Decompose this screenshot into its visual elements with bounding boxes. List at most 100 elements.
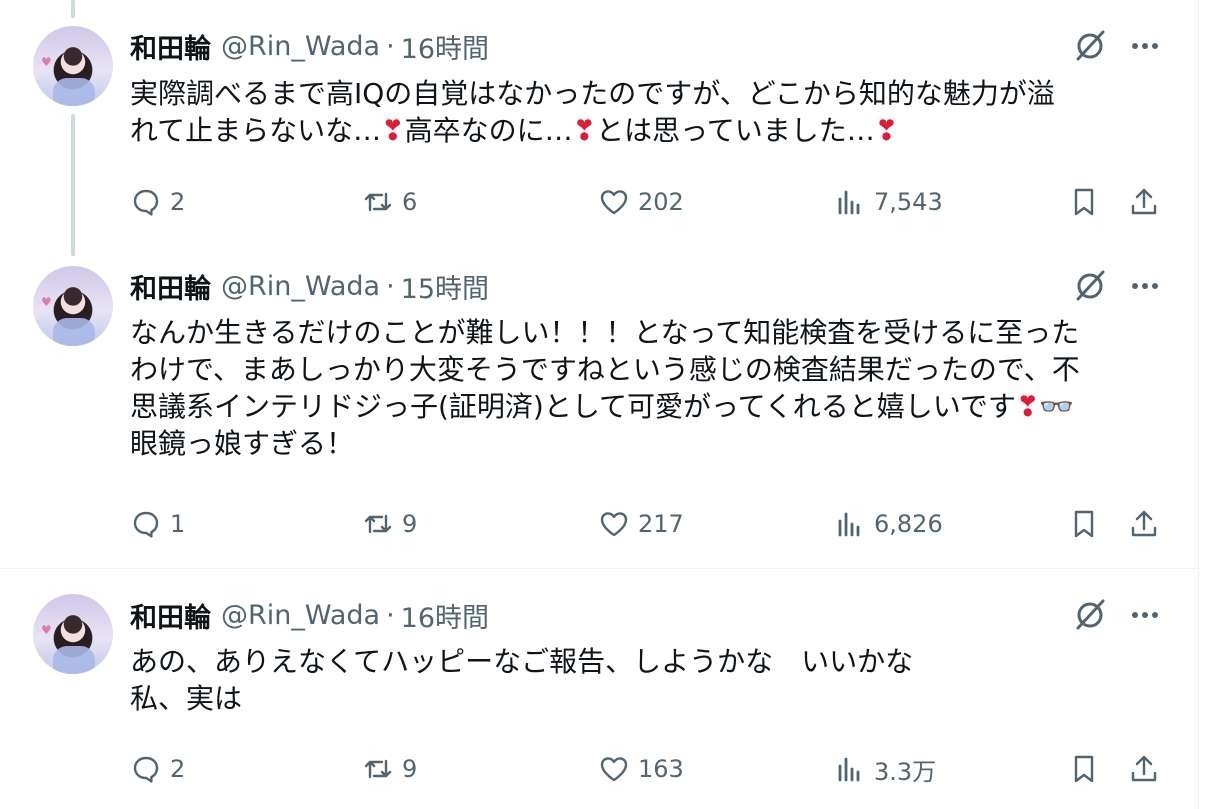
view-count: 3.3万 — [874, 757, 937, 786]
retweet-icon — [364, 514, 392, 534]
tweet-text-line: あの、ありえなくてハッピーなご報告、しようかな いいかな — [130, 645, 914, 678]
tweet[interactable]: ♥ 和田輪 @Rin_Wada · 16時間 実際調べるまで高IQの自覚はなかっ… — [0, 0, 1198, 250]
reply-button[interactable]: 2 — [130, 182, 185, 222]
avatar[interactable]: ♥ — [33, 26, 113, 106]
timestamp[interactable]: 15時間 — [401, 267, 489, 306]
share-button[interactable] — [1128, 749, 1160, 789]
user-handle[interactable]: @Rin_Wada — [221, 600, 380, 631]
user-handle[interactable]: @Rin_Wada — [221, 271, 380, 302]
view-count: 6,826 — [874, 510, 943, 538]
retweet-count: 9 — [402, 510, 418, 538]
avatar[interactable]: ♥ — [33, 594, 113, 674]
like-button[interactable]: 202 — [598, 182, 684, 222]
display-name[interactable]: 和田輪 — [130, 27, 211, 66]
grok-icon[interactable] — [1072, 597, 1108, 633]
tweet-text-line: とは思っていました… — [596, 114, 875, 147]
view-count: 7,543 — [874, 188, 943, 216]
retweet-count: 6 — [402, 188, 418, 216]
tweet-text: なんか生きるだけのことが難しい！！！となって知能検査を受けるに至った わけで、ま… — [130, 314, 1170, 462]
like-count: 202 — [638, 188, 684, 216]
tweet-text-line: 眼鏡っ娘すぎる！ — [130, 427, 355, 460]
tweet-text-line: 私、実は — [130, 682, 243, 715]
bookmark-button[interactable] — [1068, 504, 1100, 544]
heart-exclamation-emoji: ❣ — [1015, 390, 1040, 423]
tweet-header: 和田輪 @Rin_Wada · 15時間 — [130, 267, 489, 306]
avatar-figure — [53, 646, 95, 674]
like-button[interactable]: 163 — [598, 749, 684, 789]
retweet-icon — [364, 192, 392, 212]
more-icon[interactable] — [1127, 28, 1163, 64]
heart-decoration-icon: ♥ — [41, 55, 52, 69]
reply-count: 1 — [170, 510, 186, 538]
bookmark-icon — [1074, 188, 1094, 216]
share-button[interactable] — [1128, 182, 1160, 222]
retweet-icon — [364, 759, 392, 779]
action-bar: 1 9 217 6,826 — [130, 504, 1170, 544]
reply-icon — [133, 189, 159, 216]
avatar-figure — [53, 318, 95, 346]
share-button[interactable] — [1128, 504, 1160, 544]
grok-icon[interactable] — [1072, 28, 1108, 64]
user-handle[interactable]: @Rin_Wada — [221, 31, 380, 62]
views-icon — [838, 512, 860, 537]
like-count: 217 — [638, 510, 684, 538]
retweet-button[interactable]: 9 — [362, 749, 417, 789]
heart-exclamation-emoji: ❣ — [381, 114, 405, 147]
views-button[interactable]: 3.3万 — [834, 749, 936, 789]
tweet-text-line: わけで、まあしっかり大変そうですねという感じの検査結果だったので、不 — [130, 353, 1080, 386]
display-name[interactable]: 和田輪 — [130, 596, 211, 635]
views-button[interactable]: 6,826 — [834, 504, 943, 544]
like-icon — [600, 190, 628, 215]
avatar-figure — [53, 78, 95, 106]
like-count: 163 — [638, 755, 684, 783]
views-icon — [838, 190, 860, 215]
share-icon — [1131, 188, 1157, 215]
like-icon — [600, 757, 628, 782]
separator-dot: · — [386, 30, 395, 62]
reply-count: 2 — [170, 755, 186, 783]
glasses-emoji: 👓 — [1039, 390, 1075, 423]
heart-exclamation-emoji: ❣ — [572, 114, 597, 147]
heart-decoration-icon: ♥ — [41, 623, 52, 637]
bookmark-button[interactable] — [1068, 749, 1100, 789]
share-icon — [1131, 755, 1157, 782]
more-icon[interactable] — [1127, 268, 1163, 304]
tweet-text-line: 思議系インテリドジっ子(証明済)として可愛がってくれると嬉しいです — [130, 390, 1016, 423]
bookmark-button[interactable] — [1068, 182, 1100, 222]
timestamp[interactable]: 16時間 — [401, 27, 489, 66]
tweet-header: 和田輪 @Rin_Wada · 16時間 — [130, 27, 489, 66]
tweet[interactable]: ♥ 和田輪 @Rin_Wada · 15時間 なんか生きるだけのことが難しい！！… — [0, 250, 1198, 568]
tweet-text: 実際調べるまで高IQの自覚はなかったのですが、どこから知的な魅力が溢 れて止まら… — [130, 75, 1170, 149]
tweet[interactable]: ♥ 和田輪 @Rin_Wada · 16時間 あの、ありえなくてハッピーなご報告… — [0, 569, 1198, 809]
tweet-text-line: れて止まらないな… — [130, 114, 382, 147]
tweet-text-line: 実際調べるまで高IQの自覚はなかったのですが、どこから知的な魅力が溢 — [130, 77, 1055, 110]
tweet-header: 和田輪 @Rin_Wada · 16時間 — [130, 596, 489, 635]
views-button[interactable]: 7,543 — [834, 182, 943, 222]
tweet-text: あの、ありえなくてハッピーなご報告、しようかな いいかな 私、実は — [130, 643, 1170, 717]
action-bar: 2 9 163 3.3万 — [130, 749, 1170, 789]
separator-dot: · — [386, 599, 395, 631]
share-icon — [1131, 510, 1157, 537]
avatar[interactable]: ♥ — [33, 266, 113, 346]
retweet-button[interactable]: 6 — [362, 182, 417, 222]
reply-icon — [133, 756, 159, 783]
reply-button[interactable]: 2 — [130, 749, 185, 789]
reply-icon — [133, 511, 159, 538]
like-icon — [600, 512, 628, 537]
heart-decoration-icon: ♥ — [41, 295, 52, 309]
bookmark-icon — [1074, 510, 1094, 538]
tweet-text-line: 高卒なのに… — [404, 114, 573, 147]
action-bar: 2 6 202 7,543 — [130, 182, 1170, 222]
views-icon — [838, 757, 860, 782]
heart-exclamation-emoji: ❣ — [874, 114, 899, 147]
retweet-button[interactable]: 9 — [362, 504, 417, 544]
more-icon[interactable] — [1127, 597, 1163, 633]
like-button[interactable]: 217 — [598, 504, 684, 544]
display-name[interactable]: 和田輪 — [130, 267, 211, 306]
grok-icon[interactable] — [1072, 268, 1108, 304]
reply-button[interactable]: 1 — [130, 504, 185, 544]
timestamp[interactable]: 16時間 — [401, 596, 489, 635]
retweet-count: 9 — [402, 755, 418, 783]
reply-count: 2 — [170, 188, 186, 216]
bookmark-icon — [1074, 755, 1094, 783]
